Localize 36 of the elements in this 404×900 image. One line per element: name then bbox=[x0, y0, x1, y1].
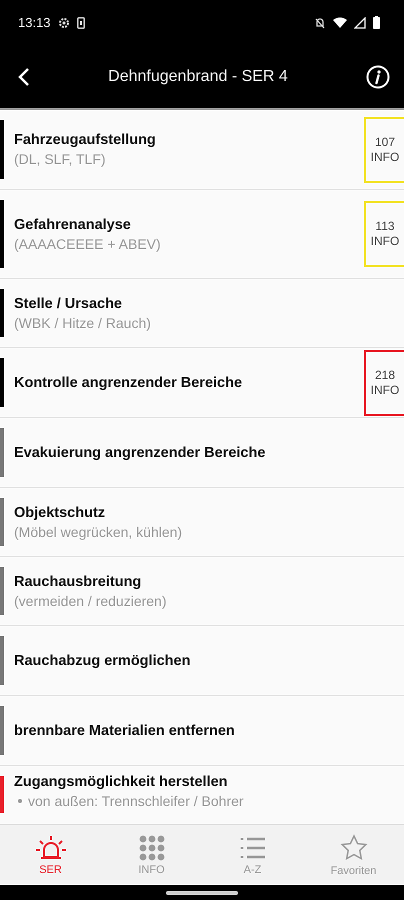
wifi-icon bbox=[333, 16, 347, 28]
grid-icon bbox=[138, 834, 164, 860]
item-subtitle: (AAAACEEEE + ABEV) bbox=[14, 236, 162, 252]
info-badge[interactable]: 113 INFO bbox=[364, 201, 404, 267]
battery-icon bbox=[373, 16, 380, 29]
info-badge[interactable]: 218 INFO bbox=[364, 350, 404, 416]
signal-icon bbox=[354, 16, 366, 28]
item-subtitle: (Möbel wegrücken, kühlen) bbox=[14, 524, 184, 540]
item-title: Rauchabzug ermöglichen bbox=[14, 652, 192, 668]
info-icon[interactable] bbox=[366, 64, 390, 88]
item-title: Zugangsmöglichkeit herstellen bbox=[14, 774, 229, 790]
item-title: Kontrolle angrenzender Bereiche bbox=[14, 374, 244, 390]
item-title: Fahrzeugaufstellung bbox=[14, 132, 157, 148]
item-title: Objektschutz bbox=[14, 504, 106, 520]
item-subtitle: (WBK / Hitze / Rauch) bbox=[14, 314, 152, 330]
item-title: Gefahrenanalyse bbox=[14, 216, 132, 232]
gear-icon bbox=[58, 16, 70, 28]
nav-tab[interactable]: SER bbox=[0, 825, 101, 885]
item-subtitle: (DL, SLF, TLF) bbox=[14, 151, 107, 167]
phone-icon bbox=[76, 16, 85, 28]
back-icon[interactable] bbox=[18, 66, 30, 86]
screen-title: Dehnfugenbrand - SER 4 bbox=[108, 68, 288, 86]
star-icon bbox=[340, 834, 368, 862]
status-time: 13:13 bbox=[18, 15, 51, 30]
home-indicator[interactable] bbox=[166, 890, 238, 894]
list-item[interactable]: Kontrolle angrenzender Bereiche 218 INFO bbox=[0, 348, 404, 418]
item-title: Rauchausbreitung bbox=[14, 574, 142, 590]
info-badge[interactable]: 107 INFO bbox=[364, 116, 404, 182]
item-subtitle: (vermeiden / reduzieren) bbox=[14, 592, 168, 608]
bullet-icon bbox=[18, 799, 22, 803]
muted-bell-icon bbox=[314, 16, 326, 28]
bullet-text: von außen: Trennschleifer / Bohrer bbox=[28, 793, 244, 809]
item-title: Evakuierung angrenzender Bereiche bbox=[14, 444, 266, 460]
item-title: brennbare Materialien entfernen bbox=[14, 722, 236, 738]
siren-icon bbox=[36, 834, 66, 860]
item-title: Stelle / Ursache bbox=[14, 296, 123, 312]
